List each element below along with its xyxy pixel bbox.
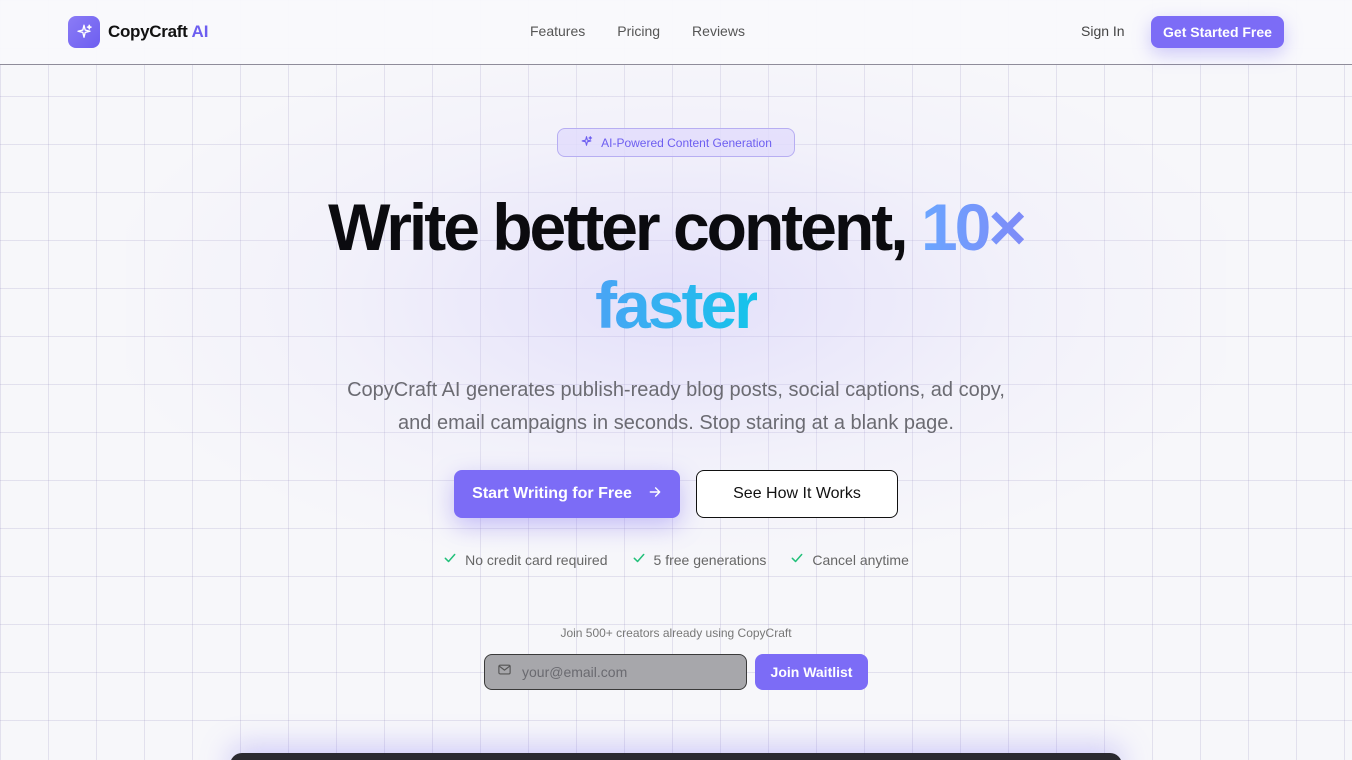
- headline-accent-multiplier: 10×: [920, 190, 1027, 264]
- check-item: Cancel anytime: [790, 551, 909, 568]
- headline-accent-faster: faster: [595, 268, 760, 342]
- nav-link-pricing[interactable]: Pricing: [617, 23, 660, 39]
- check-label: No credit card required: [465, 551, 608, 568]
- feature-checks: No credit card required 5 free generatio…: [0, 551, 1352, 568]
- hero-subtitle: CopyCraft AI generates publish-ready blo…: [347, 379, 1005, 434]
- nav-links: Features Pricing Reviews: [530, 23, 745, 39]
- check-icon: [632, 551, 646, 568]
- mail-icon: [497, 662, 512, 682]
- check-item: 5 free generations: [632, 551, 767, 568]
- brand-logo[interactable]: CopyCraft AI: [68, 16, 208, 48]
- badge-label: AI-Powered Content Generation: [601, 135, 772, 150]
- brand-name: CopyCraft: [108, 22, 188, 41]
- get-started-button[interactable]: Get Started Free: [1151, 16, 1284, 48]
- email-input[interactable]: [522, 664, 722, 680]
- app-preview-card: [230, 753, 1122, 760]
- start-writing-label: Start Writing for Free: [472, 485, 632, 502]
- email-field-wrapper: [484, 654, 747, 690]
- start-writing-button[interactable]: Start Writing for Free: [454, 470, 680, 518]
- nav-link-reviews[interactable]: Reviews: [692, 23, 745, 39]
- check-label: 5 free generations: [653, 551, 767, 568]
- brand-suffix: AI: [191, 22, 209, 41]
- waitlist-caption: Join 500+ creators already using CopyCra…: [560, 626, 792, 640]
- top-navigation: CopyCraft AI Features Pricing Reviews Si…: [0, 0, 1352, 65]
- arrow-right-icon: [648, 485, 662, 504]
- check-icon: [790, 551, 804, 568]
- sign-in-link[interactable]: Sign In: [1081, 23, 1125, 39]
- check-icon: [443, 551, 457, 568]
- join-waitlist-button[interactable]: Join Waitlist: [755, 654, 868, 690]
- check-label: Cancel anytime: [812, 551, 909, 568]
- headline-plain: Write better content,: [328, 190, 921, 264]
- see-how-it-works-button[interactable]: See How It Works: [696, 470, 898, 518]
- hero-headline: Write better content, 10× faster: [0, 188, 1352, 344]
- check-item: No credit card required: [443, 551, 608, 568]
- sparkles-icon: [580, 135, 593, 151]
- sparkles-icon: [68, 16, 100, 48]
- hero-badge: AI-Powered Content Generation: [557, 128, 795, 157]
- nav-link-features[interactable]: Features: [530, 23, 585, 39]
